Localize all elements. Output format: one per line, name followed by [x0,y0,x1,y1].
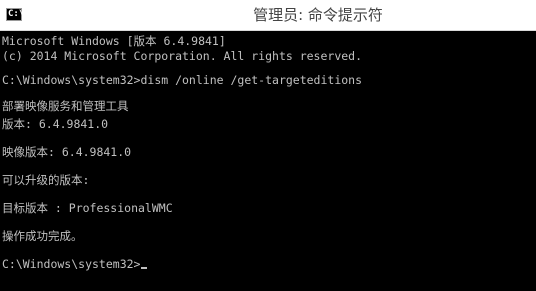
window-title: 管理员: 命令提示符 [253,6,383,24]
console-line: 部署映像服务和管理工具 [2,99,129,113]
cmd-icon-glyph: C:\ [8,9,25,19]
console-line: 映像版本: 6.4.9841.0 [2,145,132,159]
title-bar[interactable]: C:\ 管理员: 命令提示符 [0,0,536,31]
console-line: 版本: 6.4.9841.0 [2,117,109,131]
console-line: 可以升级的版本: [2,173,90,187]
cmd-icon[interactable]: C:\ [6,8,25,21]
console-line: 操作成功完成。 [2,229,83,243]
text-cursor [141,267,148,269]
console-line: (c) 2014 Microsoft Corporation. All righ… [2,49,363,63]
console-line: 目标版本 : ProfessionalWMC [2,201,173,215]
command-line: C:\Windows\system32>dism /online /get-ta… [2,73,363,87]
console-output[interactable]: Microsoft Windows [版本 6.4.9841] (c) 2014… [0,31,536,291]
prompt-text: C:\Windows\system32> [2,257,141,271]
command-prompt-window: C:\ 管理员: 命令提示符 Microsoft Windows [版本 6.4… [0,0,536,291]
prompt-line[interactable]: C:\Windows\system32> [2,257,148,272]
console-line: Microsoft Windows [版本 6.4.9841] [2,34,226,48]
